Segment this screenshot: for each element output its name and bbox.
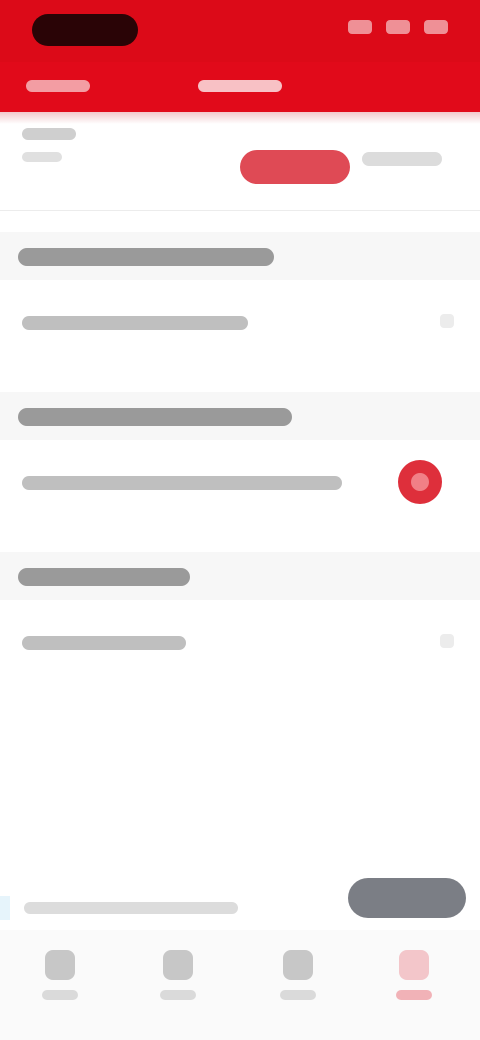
- section-header-0: [0, 232, 480, 280]
- note-accent: [0, 896, 10, 920]
- segment-active-button[interactable]: [240, 150, 350, 184]
- chevron-right-icon: [440, 634, 454, 648]
- nav-item-alerts[interactable]: [268, 950, 328, 1010]
- status-bar: [0, 0, 480, 62]
- chat-icon: [163, 950, 193, 980]
- battery-icon: [424, 20, 448, 34]
- nav-label-chat: [160, 990, 196, 1000]
- top-tab-bar: [0, 62, 480, 112]
- settings-row-0-label: [22, 316, 248, 330]
- tab-1-active[interactable]: [198, 80, 282, 92]
- settings-row-2[interactable]: [0, 610, 480, 674]
- home-icon: [45, 950, 75, 980]
- section-header-2: [0, 552, 480, 600]
- segment-inactive-button[interactable]: [362, 152, 442, 166]
- filter-label: [22, 128, 76, 140]
- note-text: [24, 902, 238, 914]
- bell-icon: [283, 950, 313, 980]
- settings-row-0[interactable]: [0, 290, 480, 354]
- tab-0[interactable]: [26, 80, 90, 92]
- chevron-right-icon: [440, 314, 454, 328]
- settings-row-1-label: [22, 476, 342, 490]
- wifi-icon: [386, 20, 410, 34]
- nav-item-home[interactable]: [30, 950, 90, 1010]
- header-shadow: [0, 112, 480, 124]
- nav-label-home: [42, 990, 78, 1000]
- toggle-switch[interactable]: [398, 460, 442, 504]
- section-title-2: [18, 568, 190, 586]
- section-title-0: [18, 248, 274, 266]
- settings-row-1: [0, 450, 480, 514]
- nav-label-profile: [396, 990, 432, 1000]
- status-time-pill: [32, 14, 138, 46]
- section-header-1: [0, 392, 480, 440]
- nav-label-alerts: [280, 990, 316, 1000]
- nav-item-profile[interactable]: [384, 950, 444, 1010]
- settings-row-2-label: [22, 636, 186, 650]
- status-icons: [348, 20, 448, 34]
- profile-icon: [399, 950, 429, 980]
- nav-item-chat[interactable]: [148, 950, 208, 1010]
- filter-sublabel: [22, 152, 62, 162]
- signal-icon: [348, 20, 372, 34]
- divider: [0, 210, 480, 211]
- bottom-navigation: [0, 930, 480, 1040]
- section-title-1: [18, 408, 292, 426]
- note-action-button[interactable]: [348, 878, 466, 918]
